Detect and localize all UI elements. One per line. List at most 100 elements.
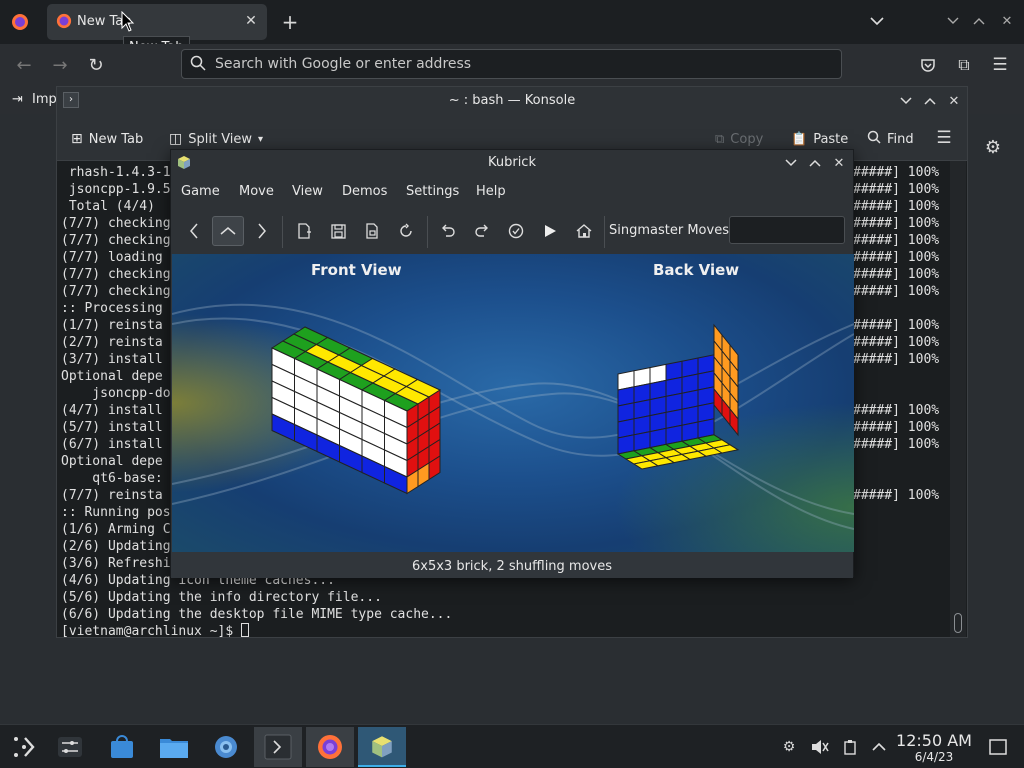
terminal-line: Total (4/4) [61,199,155,214]
singmaster-moves-input[interactable] [729,216,845,244]
menu-move[interactable]: Move [239,184,274,199]
maximize-icon[interactable] [970,12,988,30]
move-up-icon[interactable] [212,216,244,246]
terminal-progress: #####] 100% [853,267,940,282]
import-bookmarks-icon[interactable]: ⇥ [12,92,23,107]
clock-time: 12:50 AM [896,731,972,750]
konsole-maximize-icon[interactable] [921,92,939,110]
dolphin-files-icon[interactable] [150,727,198,767]
play-icon[interactable] [537,218,563,244]
terminal-line: (7/7) checking [61,216,171,231]
terminal-line: rhash-1.4.3-1 [61,165,171,180]
status-text: 6x5x3 brick, 2 shuffling moves [411,559,613,574]
move-forward-icon[interactable] [249,218,275,244]
application-launcher-icon[interactable] [0,727,48,767]
network-icon[interactable]: ⚙ [779,737,799,757]
new-tab-label: New Tab [88,131,144,147]
terminal-progress: #####] 100% [853,216,940,231]
konsole-new-tab-button[interactable]: ⊞ New Tab [71,129,143,149]
home-icon[interactable] [571,218,597,244]
copy-button[interactable]: ⧉ Copy [715,129,763,149]
kubrick-title: Kubrick [487,155,536,170]
terminal-line: (1/6) Arming C [61,522,171,537]
redo-icon[interactable] [469,218,495,244]
restart-icon[interactable] [393,218,419,244]
tray-expand-icon[interactable] [869,737,889,757]
pocket-icon[interactable] [917,54,939,76]
discover-store-icon[interactable] [98,727,146,767]
split-view-button[interactable]: ◫ Split View ▾ [169,129,263,149]
taskbar: ⚙ 12:50 AM 6/4/23 [0,724,1024,768]
new-game-icon[interactable] [291,218,317,244]
terminal-line: :: Processing [61,301,163,316]
tab-new-tab[interactable]: New Tab ✕ [47,4,267,40]
terminal-line: (7/7) checking [61,233,171,248]
minimize-icon[interactable] [944,12,962,30]
kubrick-maximize-icon[interactable] [806,154,824,172]
paste-icon: 📋 [791,131,808,147]
back-icon[interactable]: ← [13,54,35,76]
mouse-cursor-icon [121,10,135,37]
find-label: Find [887,131,914,147]
terminal-progress: #####] 100% [853,335,940,350]
hamburger-menu-icon[interactable]: ☰ [933,127,955,149]
move-back-icon[interactable] [181,218,207,244]
terminal-line: Optional depe [61,454,163,469]
menu-demos[interactable]: Demos [342,184,387,199]
terminal-scrollbar[interactable] [950,161,966,637]
close-tab-icon[interactable]: ✕ [243,13,259,29]
save-icon[interactable] [325,218,351,244]
menu-help[interactable]: Help [476,184,506,199]
url-bar[interactable]: Search with Google or enter address [181,49,842,79]
cube-3d-view[interactable]: Front View Back View [172,254,854,552]
settings-gear-icon[interactable]: ⚙ [982,136,1004,158]
forward-icon[interactable]: → [49,54,71,76]
reload-icon[interactable]: ↻ [85,54,107,76]
list-tabs-icon[interactable] [866,10,888,32]
paste-button[interactable]: 📋 Paste [791,129,848,149]
firefox-menu-icon[interactable] [8,10,32,34]
firefox-taskbar-button[interactable] [306,727,354,767]
clock[interactable]: 12:50 AM 6/4/23 [896,731,972,764]
load-icon[interactable] [359,218,385,244]
menu-settings[interactable]: Settings [406,184,459,199]
terminal-progress: #####] 100% [853,233,940,248]
menu-game[interactable]: Game [181,184,220,199]
import-bookmarks-label[interactable]: Imp [32,92,57,107]
system-settings-launcher-icon[interactable] [46,727,94,767]
singmaster-moves-label: Singmaster Moves [609,223,729,238]
terminal-line: (5/7) install [61,420,163,435]
terminal-line: :: Running pos [61,505,171,520]
terminal-line: Optional depe [61,369,163,384]
front-view-label: Front View [311,261,402,279]
terminal-line: (1/7) reinsta [61,318,163,333]
kubrick-minimize-icon[interactable] [782,154,800,172]
terminal-line: (4/7) install [61,403,163,418]
konsole-close-icon[interactable]: ✕ [945,92,963,110]
cube-scene[interactable] [172,254,854,552]
system-settings-icon[interactable] [202,727,250,767]
new-tab-button[interactable]: + [278,10,302,34]
konsole-minimize-icon[interactable] [897,92,915,110]
volume-muted-icon[interactable] [810,737,830,757]
toolbar-separator [282,216,283,248]
close-window-icon[interactable]: ✕ [998,12,1016,30]
scrollbar-thumb[interactable] [954,613,962,633]
paste-label: Paste [813,131,849,147]
kubrick-close-icon[interactable]: ✕ [830,154,848,172]
kubrick-taskbar-button[interactable] [358,727,406,767]
undo-icon[interactable] [435,218,461,244]
terminal-progress: #####] 100% [853,420,940,435]
find-button[interactable]: Find [867,129,914,149]
terminal-progress: #####] 100% [853,250,940,265]
app-menu-icon[interactable]: ☰ [989,54,1011,76]
clipboard-icon[interactable] [841,737,859,757]
extensions-icon[interactable]: ⧉ [953,54,975,76]
terminal-progress: #####] 100% [853,318,940,333]
menu-view[interactable]: View [292,184,323,199]
konsole-taskbar-button[interactable] [254,727,302,767]
terminal-line: (3/7) install [61,352,163,367]
solve-icon[interactable] [503,218,529,244]
show-desktop-icon[interactable] [987,736,1009,758]
terminal-progress: #####] 100% [853,403,940,418]
